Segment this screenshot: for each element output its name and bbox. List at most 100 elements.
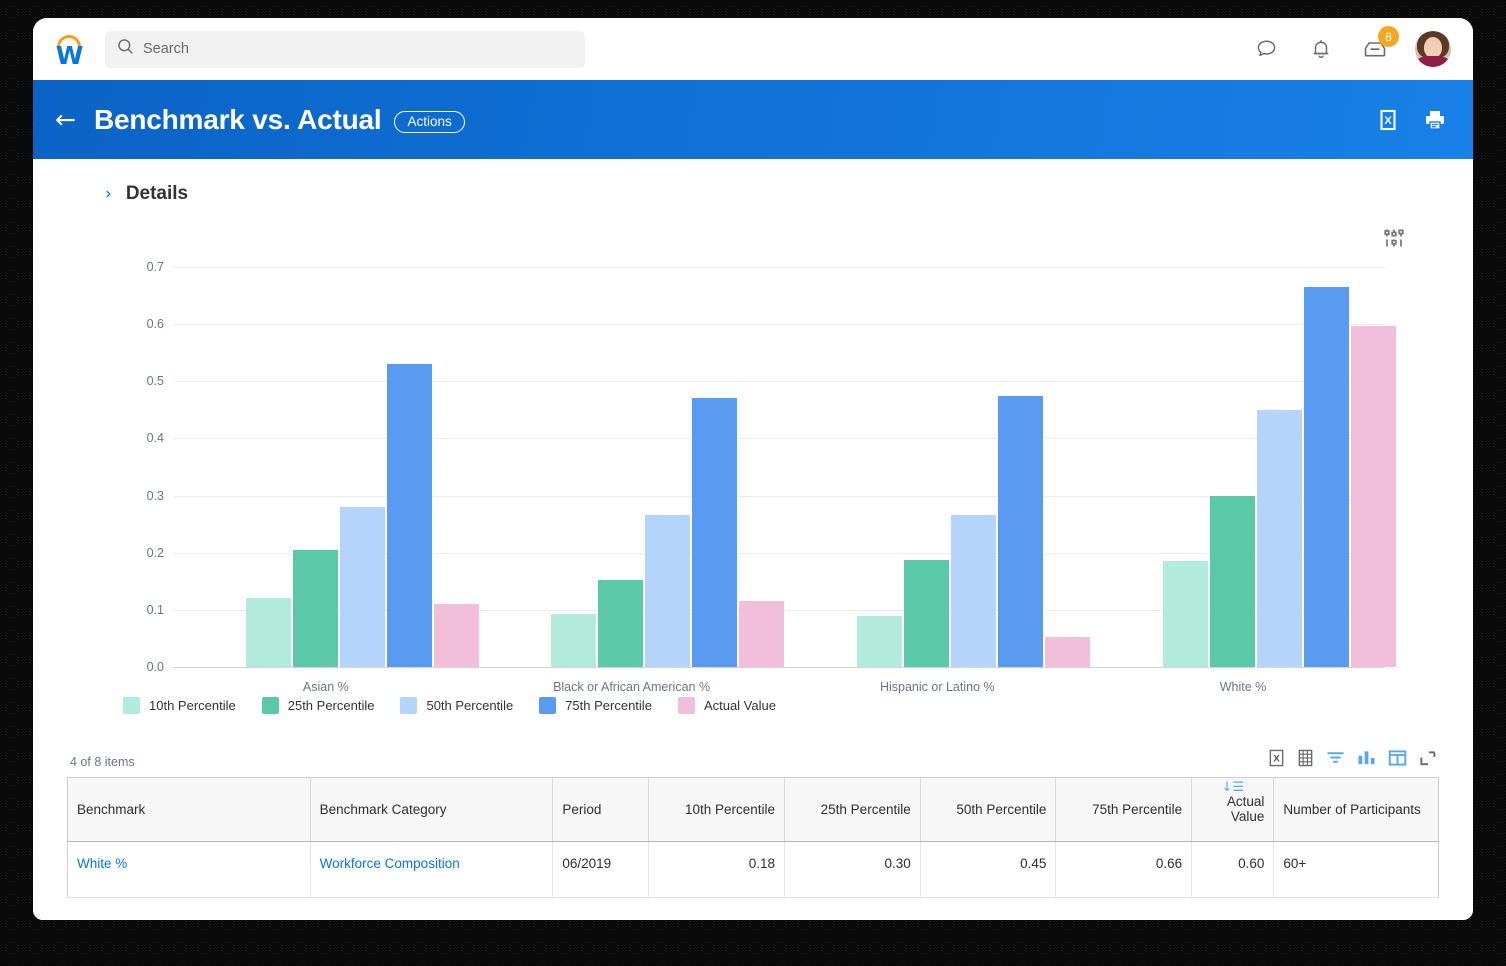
column-header-label: Actual Value	[1227, 794, 1265, 824]
svg-text:X: X	[1273, 753, 1280, 764]
back-button[interactable]: ←	[55, 107, 76, 132]
benchmark-chart: 0.00.10.20.30.40.50.60.7 Asian %Black or…	[73, 227, 1433, 747]
chart-bar[interactable]	[598, 580, 643, 667]
bar-group: Hispanic or Latino %	[784, 267, 1090, 667]
inbox-icon[interactable]: 8	[1361, 35, 1389, 63]
chat-icon[interactable]	[1253, 35, 1281, 63]
chart-bar[interactable]	[387, 364, 432, 667]
workday-logo-icon[interactable]: W	[47, 27, 91, 71]
column-header-label: 50th Percentile	[956, 802, 1046, 817]
legend-swatch	[262, 697, 279, 714]
excel-export-icon[interactable]: X	[1268, 749, 1285, 767]
inbox-badge: 8	[1378, 26, 1399, 47]
table-column-header[interactable]: 75th Percentile	[1056, 778, 1192, 842]
table-column-header[interactable]: Period	[553, 778, 649, 842]
legend-item[interactable]: 50th Percentile	[400, 697, 513, 714]
chart-bar[interactable]	[998, 396, 1043, 667]
avatar-body	[1417, 56, 1449, 67]
chart-plot-area: 0.00.10.20.30.40.50.60.7 Asian %Black or…	[173, 267, 1385, 667]
chart-bar[interactable]	[692, 398, 737, 667]
y-axis-tick-label: 0.2	[147, 546, 164, 560]
table-body: White %Workforce Composition06/20190.180…	[68, 842, 1439, 898]
screenshot-root: W	[0, 0, 1506, 966]
chart-legend: 10th Percentile 25th Percentile 50th Perce…	[123, 697, 776, 714]
chart-bar[interactable]	[857, 616, 902, 667]
filter-icon[interactable]	[1326, 749, 1345, 767]
column-header-label: Number of Participants	[1283, 802, 1420, 817]
cell-link[interactable]: White %	[77, 856, 127, 871]
search-box[interactable]	[105, 31, 585, 68]
legend-label: 25th Percentile	[288, 698, 375, 713]
column-header-label: Benchmark	[77, 802, 145, 817]
svg-text:X: X	[1384, 115, 1392, 127]
bar-group: Asian %	[173, 267, 479, 667]
chart-bar[interactable]	[434, 604, 479, 667]
chart-bar[interactable]	[1304, 287, 1349, 667]
details-section-header[interactable]: › Details	[33, 159, 1473, 205]
search-icon	[117, 38, 134, 60]
column-header-label: 25th Percentile	[821, 802, 911, 817]
legend-label: 10th Percentile	[149, 698, 236, 713]
chevron-right-icon[interactable]: ›	[105, 186, 112, 203]
table-column-header[interactable]: Number of Participants	[1274, 778, 1439, 842]
y-axis-tick-label: 0.4	[147, 431, 164, 445]
table-cell[interactable]: White %	[68, 842, 311, 898]
chart-view-icon[interactable]	[1357, 749, 1376, 767]
legend-label: Actual Value	[704, 698, 776, 713]
chart-bar[interactable]	[951, 515, 996, 667]
cell-value: 0.45	[1020, 856, 1046, 871]
details-label: Details	[126, 183, 188, 205]
print-icon[interactable]	[1423, 108, 1447, 132]
benchmark-table: Benchmark Benchmark Category Period 10th Pe…	[67, 777, 1439, 898]
chart-bar[interactable]	[293, 550, 338, 667]
chart-bar[interactable]	[645, 515, 690, 667]
grid-view-icon[interactable]	[1297, 749, 1314, 767]
chart-bar[interactable]	[1210, 496, 1255, 667]
bar-group: Black or African American %	[479, 267, 785, 667]
chart-bar[interactable]	[246, 598, 291, 667]
legend-swatch	[123, 697, 140, 714]
item-count-label: 4 of 8 items	[67, 755, 1439, 777]
actions-button[interactable]: Actions	[394, 111, 464, 133]
chart-bar[interactable]	[340, 507, 385, 667]
avatar[interactable]	[1415, 31, 1451, 67]
table-column-header[interactable]: ↓☰Actual Value	[1192, 778, 1274, 842]
chart-bar[interactable]	[1351, 326, 1396, 667]
chart-bar[interactable]	[1257, 410, 1302, 667]
cell-link[interactable]: Workforce Composition	[320, 856, 460, 871]
bell-icon[interactable]	[1307, 35, 1335, 63]
layout-view-icon[interactable]	[1388, 749, 1407, 767]
chart-settings-icon[interactable]	[1383, 227, 1405, 254]
table-column-header[interactable]: 50th Percentile	[920, 778, 1056, 842]
column-header-label: Period	[562, 802, 601, 817]
excel-export-icon[interactable]: X	[1377, 108, 1399, 132]
chart-bar[interactable]	[551, 614, 596, 667]
y-axis-tick-label: 0.3	[147, 489, 164, 503]
table-column-header[interactable]: Benchmark	[68, 778, 311, 842]
page-title: Benchmark vs. Actual	[94, 104, 382, 136]
column-header-label: Benchmark Category	[320, 802, 447, 817]
legend-swatch	[678, 697, 695, 714]
chart-bar[interactable]	[1045, 637, 1090, 667]
chart-bar[interactable]	[1163, 561, 1208, 667]
table-column-header[interactable]: 25th Percentile	[785, 778, 921, 842]
y-axis-tick-label: 0.7	[147, 260, 164, 274]
table-row[interactable]: White %Workforce Composition06/20190.180…	[68, 842, 1439, 898]
expand-icon[interactable]	[1419, 749, 1437, 767]
legend-item[interactable]: 75th Percentile	[539, 697, 652, 714]
chart-bar[interactable]	[904, 560, 949, 667]
table-column-header[interactable]: Benchmark Category	[310, 778, 553, 842]
legend-swatch	[539, 697, 556, 714]
search-input[interactable]	[143, 41, 573, 57]
legend-item[interactable]: 25th Percentile	[262, 697, 375, 714]
cell-value: 06/2019	[562, 856, 611, 871]
table-cell[interactable]: Workforce Composition	[310, 842, 553, 898]
page-header: ← Benchmark vs. Actual Actions X	[33, 80, 1473, 159]
y-axis-tick-label: 0.6	[147, 317, 164, 331]
legend-item[interactable]: 10th Percentile	[123, 697, 236, 714]
legend-label: 50th Percentile	[426, 698, 513, 713]
table-column-header[interactable]: 10th Percentile	[649, 778, 785, 842]
legend-item[interactable]: Actual Value	[678, 697, 776, 714]
chart-bar[interactable]	[739, 601, 784, 667]
grid-toolbar: X	[1268, 749, 1437, 767]
